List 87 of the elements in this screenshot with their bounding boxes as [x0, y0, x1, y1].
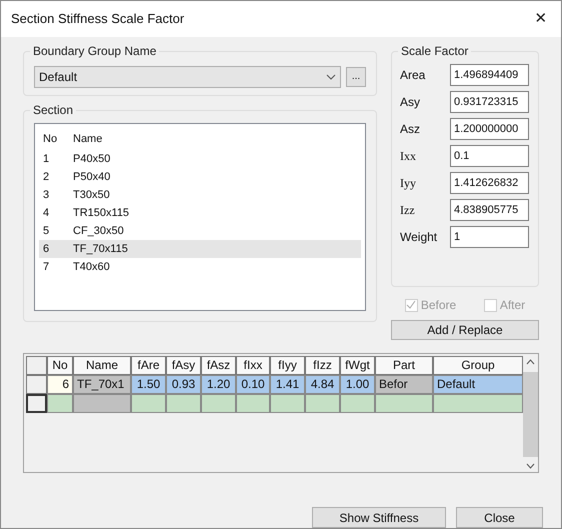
table-cell: Default: [433, 375, 523, 394]
table-cell: [131, 394, 166, 413]
section-name: CF_30x50: [72, 224, 124, 239]
table-cell: 0.10: [236, 375, 270, 394]
table-cell: [340, 394, 375, 413]
section-name: T30x50: [72, 188, 110, 203]
field-label: Area: [400, 67, 426, 84]
column-header[interactable]: Group: [433, 356, 523, 375]
input-field[interactable]: 1.200000000: [450, 118, 529, 140]
checkbox-label: Before: [420, 297, 456, 314]
check-icon: [406, 300, 416, 310]
window-title: Section Stiffness Scale Factor: [11, 10, 184, 28]
table-cell: 4.84: [305, 375, 340, 394]
row-number: 7: [42, 260, 50, 275]
field-label: Weight: [400, 229, 438, 246]
boundary-group-dropdown[interactable]: Default: [34, 66, 341, 88]
input-field[interactable]: 4.838905775: [450, 199, 529, 221]
dropdown-value: Default: [39, 68, 78, 86]
section-name: P40x50: [72, 152, 110, 167]
show-stiffness-button[interactable]: Show Stiffness: [312, 507, 446, 528]
input-field[interactable]: 1: [450, 226, 529, 248]
field-label: Iyy: [400, 175, 417, 192]
section-row[interactable]: 6 TF_70x115: [39, 240, 361, 258]
column-header[interactable]: Name: [71, 130, 102, 148]
chevron-down-icon: [526, 463, 535, 469]
field-label: Asz: [400, 121, 422, 138]
table-cell: 1.41: [270, 375, 305, 394]
section-row[interactable]: 7 T40x60: [39, 258, 361, 276]
table-cell: [201, 394, 236, 413]
section-name: TF_70x115: [72, 242, 128, 257]
section-name: T40x60: [72, 260, 110, 275]
close-button[interactable]: ✕: [521, 1, 561, 37]
table-cell: [47, 394, 73, 413]
column-header[interactable]: fIzz: [305, 356, 340, 375]
input-field[interactable]: 1.412626832: [450, 172, 529, 194]
input-field[interactable]: 1.496894409: [450, 64, 529, 86]
section-row[interactable]: 2 P50x40: [39, 168, 361, 186]
section-row[interactable]: 1 P40x50: [39, 150, 361, 168]
row-number: 3: [42, 188, 50, 203]
row-number: 4: [42, 206, 50, 221]
column-header[interactable]: Part: [375, 356, 433, 375]
table-cell: [166, 394, 201, 413]
add-replace-button[interactable]: Add / Replace: [391, 320, 539, 340]
table-cell: TF_70x1: [73, 375, 131, 394]
row-number: 6: [42, 242, 50, 257]
close-dialog-button[interactable]: Close: [456, 507, 543, 528]
group-label: Boundary Group Name: [30, 43, 160, 59]
row-number: 2: [42, 170, 50, 185]
column-header[interactable]: No: [39, 130, 71, 148]
row-number: 5: [42, 224, 50, 239]
table-cell: Befor: [375, 375, 433, 394]
input-field[interactable]: 0.931723315: [450, 91, 529, 113]
field-label: Asy: [400, 94, 422, 111]
column-header[interactable]: fAre: [131, 356, 166, 375]
row-header: [26, 356, 47, 375]
field-label: Izz: [400, 202, 416, 219]
section-row[interactable]: 4 TR150x115: [39, 204, 361, 222]
column-header[interactable]: fAsz: [201, 356, 236, 375]
table-cell: 0.93: [166, 375, 201, 394]
column-header[interactable]: fAsy: [166, 356, 201, 375]
chevron-up-icon: [526, 359, 535, 365]
row-header[interactable]: [26, 394, 47, 413]
column-header[interactable]: fIyy: [270, 356, 305, 375]
chevron-down-icon: [326, 74, 336, 80]
row-number: 1: [42, 152, 50, 167]
section-row[interactable]: 5 CF_30x50: [39, 222, 361, 240]
section-name: TR150x115: [72, 206, 130, 221]
section-name: P50x40: [72, 170, 110, 185]
table-cell: 1.00: [340, 375, 375, 394]
table-cell: [73, 394, 131, 413]
table-cell: 1.20: [201, 375, 236, 394]
input-field[interactable]: 0.1: [450, 145, 529, 167]
table-cell: [305, 394, 340, 413]
table-cell: [375, 394, 433, 413]
column-header[interactable]: No: [47, 356, 73, 375]
checkbox-label: After: [500, 297, 526, 314]
section-row[interactable]: 3 T30x50: [39, 186, 361, 204]
table-cell: 6: [47, 375, 73, 394]
table-cell: [270, 394, 305, 413]
browse-button[interactable]: ...: [346, 66, 366, 86]
scrollbar-thumb[interactable]: [523, 372, 538, 456]
column-header[interactable]: fWgt: [340, 356, 375, 375]
column-header[interactable]: fIxx: [236, 356, 270, 375]
field-label: Ixx: [400, 148, 417, 165]
column-header[interactable]: Name: [73, 356, 131, 375]
table-cell: 1.50: [131, 375, 166, 394]
table-cell: [236, 394, 270, 413]
